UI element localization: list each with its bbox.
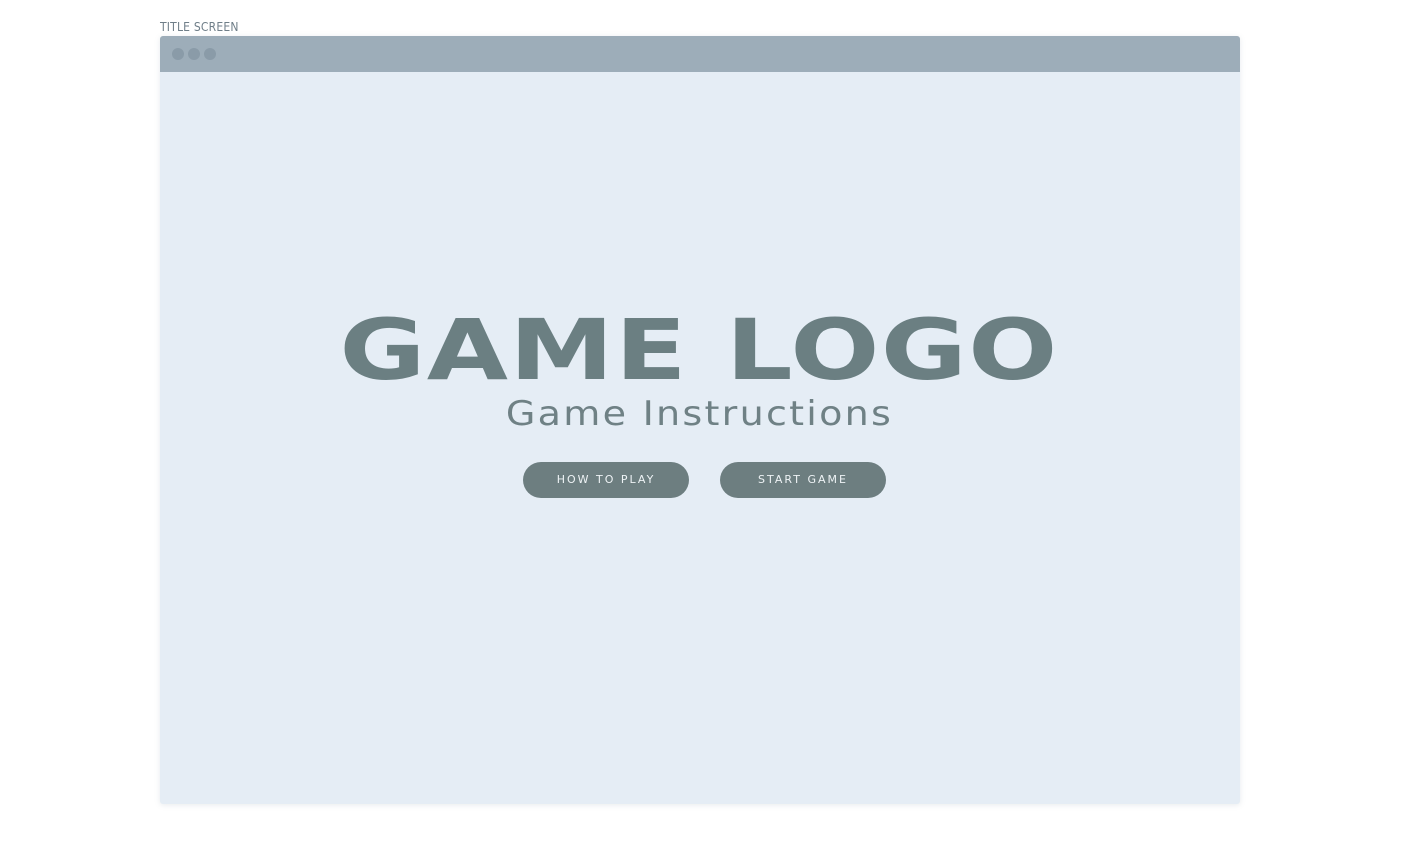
game-window: GAME LOGO Game Instructions HOW TO PLAY … xyxy=(160,36,1240,804)
frame-label: TITLE SCREEN xyxy=(160,20,239,34)
start-game-button[interactable]: START GAME xyxy=(720,462,886,498)
how-to-play-button[interactable]: HOW TO PLAY xyxy=(523,462,689,498)
window-titlebar xyxy=(160,36,1240,72)
window-control-dot-1[interactable] xyxy=(172,48,184,60)
game-logo: GAME LOGO xyxy=(339,301,1059,399)
window-control-dot-3[interactable] xyxy=(204,48,216,60)
game-instructions-subtitle: Game Instructions xyxy=(505,394,894,434)
window-control-dot-2[interactable] xyxy=(188,48,200,60)
